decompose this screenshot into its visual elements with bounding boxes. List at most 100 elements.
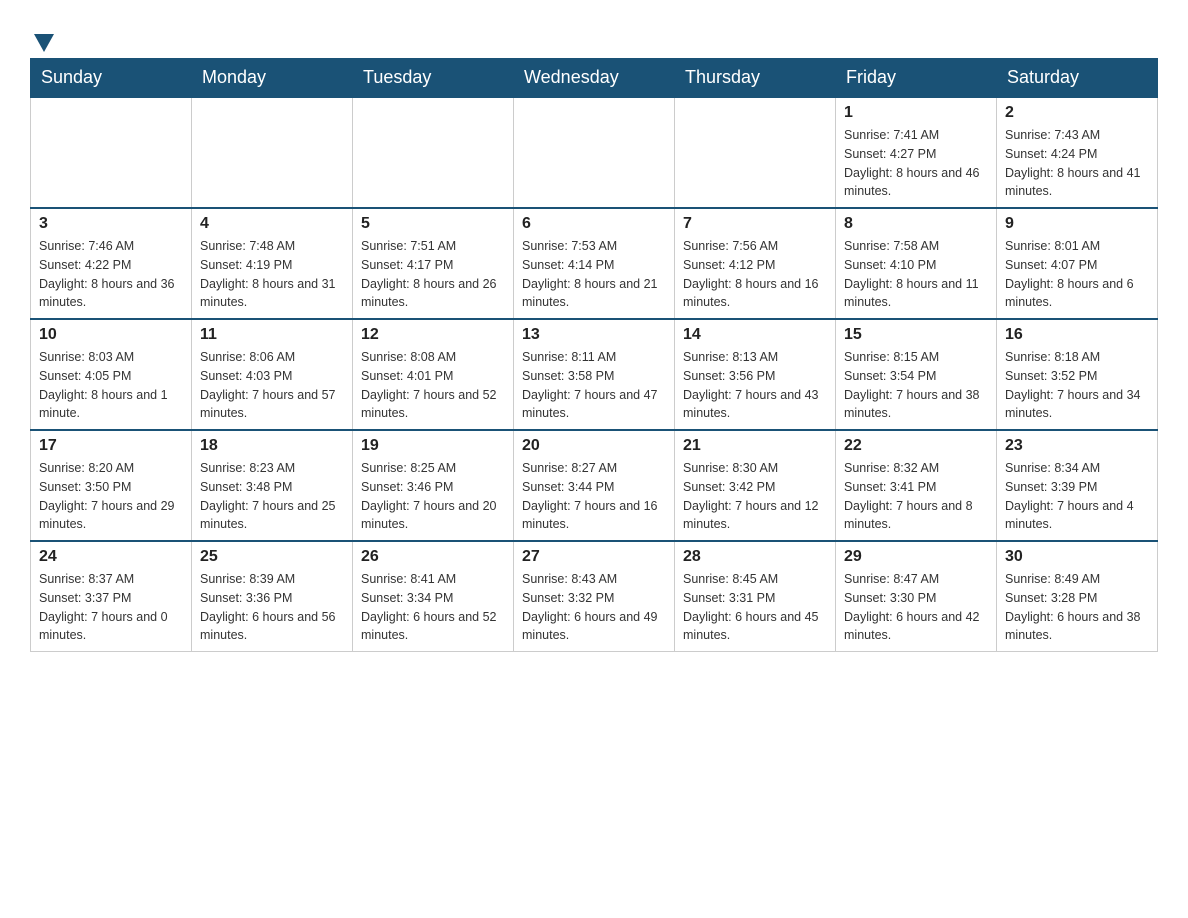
day-number: 5: [361, 215, 505, 233]
calendar-cell: 13Sunrise: 8:11 AM Sunset: 3:58 PM Dayli…: [514, 319, 675, 430]
day-info: Sunrise: 7:41 AM Sunset: 4:27 PM Dayligh…: [844, 126, 988, 201]
day-number: 2: [1005, 104, 1149, 122]
calendar-cell: 12Sunrise: 8:08 AM Sunset: 4:01 PM Dayli…: [353, 319, 514, 430]
day-info: Sunrise: 8:08 AM Sunset: 4:01 PM Dayligh…: [361, 348, 505, 423]
day-number: 17: [39, 437, 183, 455]
day-number: 29: [844, 548, 988, 566]
day-info: Sunrise: 8:49 AM Sunset: 3:28 PM Dayligh…: [1005, 570, 1149, 645]
day-info: Sunrise: 8:47 AM Sunset: 3:30 PM Dayligh…: [844, 570, 988, 645]
calendar-cell: 2Sunrise: 7:43 AM Sunset: 4:24 PM Daylig…: [997, 97, 1158, 208]
calendar-cell: 9 Sunrise: 8:01 AM Sunset: 4:07 PM Daylig…: [997, 208, 1158, 319]
day-number: 10: [39, 326, 183, 344]
day-info: Sunrise: 7:46 AM Sunset: 4:22 PM Dayligh…: [39, 237, 183, 312]
day-info: Sunrise: 7:48 AM Sunset: 4:19 PM Dayligh…: [200, 237, 344, 312]
logo-arrow-icon: [34, 34, 54, 52]
day-number: 15: [844, 326, 988, 344]
day-info: Sunrise: 8:01 AM Sunset: 4:07 PM Dayligh…: [1005, 237, 1149, 312]
day-info: Sunrise: 8:34 AM Sunset: 3:39 PM Dayligh…: [1005, 459, 1149, 534]
day-info: Sunrise: 8:13 AM Sunset: 3:56 PM Dayligh…: [683, 348, 827, 423]
calendar-week-row: 24 Sunrise: 8:37 AM Sunset: 3:37 PM Dayli…: [31, 541, 1158, 652]
day-info: Sunrise: 8:20 AM Sunset: 3:50 PM Dayligh…: [39, 459, 183, 534]
calendar-cell: 1 Sunrise: 7:41 AM Sunset: 4:27 PM Daylig…: [836, 97, 997, 208]
day-number: 25: [200, 548, 344, 566]
calendar-cell: 21 Sunrise: 8:30 AM Sunset: 3:42 PM Dayli…: [675, 430, 836, 541]
calendar-cell: 4 Sunrise: 7:48 AM Sunset: 4:19 PM Daylig…: [192, 208, 353, 319]
day-number: 3: [39, 215, 183, 233]
calendar-header-row: SundayMondayTuesdayWednesdayThursdayFrid…: [31, 59, 1158, 98]
calendar-cell: [353, 97, 514, 208]
calendar-cell: 14 Sunrise: 8:13 AM Sunset: 3:56 PM Dayli…: [675, 319, 836, 430]
calendar-cell: 27 Sunrise: 8:43 AM Sunset: 3:32 PM Dayli…: [514, 541, 675, 652]
calendar-cell: 25 Sunrise: 8:39 AM Sunset: 3:36 PM Dayli…: [192, 541, 353, 652]
calendar-cell: [192, 97, 353, 208]
calendar-cell: [514, 97, 675, 208]
day-number: 18: [200, 437, 344, 455]
weekday-header-friday: Friday: [836, 59, 997, 98]
calendar-cell: 24 Sunrise: 8:37 AM Sunset: 3:37 PM Dayli…: [31, 541, 192, 652]
day-number: 20: [522, 437, 666, 455]
day-info: Sunrise: 8:23 AM Sunset: 3:48 PM Dayligh…: [200, 459, 344, 534]
calendar-cell: 7Sunrise: 7:56 AM Sunset: 4:12 PM Daylig…: [675, 208, 836, 319]
day-number: 26: [361, 548, 505, 566]
day-number: 9: [1005, 215, 1149, 233]
day-info: Sunrise: 8:18 AM Sunset: 3:52 PM Dayligh…: [1005, 348, 1149, 423]
day-number: 22: [844, 437, 988, 455]
day-info: Sunrise: 8:25 AM Sunset: 3:46 PM Dayligh…: [361, 459, 505, 534]
day-number: 28: [683, 548, 827, 566]
calendar-cell: 19 Sunrise: 8:25 AM Sunset: 3:46 PM Dayli…: [353, 430, 514, 541]
day-info: Sunrise: 8:39 AM Sunset: 3:36 PM Dayligh…: [200, 570, 344, 645]
calendar-table: SundayMondayTuesdayWednesdayThursdayFrid…: [30, 58, 1158, 652]
day-info: Sunrise: 8:03 AM Sunset: 4:05 PM Dayligh…: [39, 348, 183, 423]
day-info: Sunrise: 8:43 AM Sunset: 3:32 PM Dayligh…: [522, 570, 666, 645]
calendar-week-row: 1 Sunrise: 7:41 AM Sunset: 4:27 PM Daylig…: [31, 97, 1158, 208]
day-info: Sunrise: 8:32 AM Sunset: 3:41 PM Dayligh…: [844, 459, 988, 534]
day-info: Sunrise: 8:41 AM Sunset: 3:34 PM Dayligh…: [361, 570, 505, 645]
day-number: 24: [39, 548, 183, 566]
weekday-header-sunday: Sunday: [31, 59, 192, 98]
day-number: 4: [200, 215, 344, 233]
weekday-header-monday: Monday: [192, 59, 353, 98]
day-info: Sunrise: 8:06 AM Sunset: 4:03 PM Dayligh…: [200, 348, 344, 423]
calendar-cell: 18 Sunrise: 8:23 AM Sunset: 3:48 PM Dayli…: [192, 430, 353, 541]
day-number: 14: [683, 326, 827, 344]
page-header: [30, 20, 1158, 48]
calendar-cell: 11 Sunrise: 8:06 AM Sunset: 4:03 PM Dayli…: [192, 319, 353, 430]
calendar-cell: 26 Sunrise: 8:41 AM Sunset: 3:34 PM Dayli…: [353, 541, 514, 652]
calendar-cell: 29 Sunrise: 8:47 AM Sunset: 3:30 PM Dayli…: [836, 541, 997, 652]
day-info: Sunrise: 8:37 AM Sunset: 3:37 PM Dayligh…: [39, 570, 183, 645]
day-number: 23: [1005, 437, 1149, 455]
calendar-cell: 30 Sunrise: 8:49 AM Sunset: 3:28 PM Dayli…: [997, 541, 1158, 652]
calendar-cell: [31, 97, 192, 208]
logo: [30, 30, 54, 48]
weekday-header-thursday: Thursday: [675, 59, 836, 98]
calendar-cell: 22 Sunrise: 8:32 AM Sunset: 3:41 PM Dayli…: [836, 430, 997, 541]
calendar-cell: 15 Sunrise: 8:15 AM Sunset: 3:54 PM Dayli…: [836, 319, 997, 430]
day-info: Sunrise: 8:45 AM Sunset: 3:31 PM Dayligh…: [683, 570, 827, 645]
day-info: Sunrise: 8:30 AM Sunset: 3:42 PM Dayligh…: [683, 459, 827, 534]
calendar-cell: 10 Sunrise: 8:03 AM Sunset: 4:05 PM Dayli…: [31, 319, 192, 430]
day-info: Sunrise: 7:58 AM Sunset: 4:10 PM Dayligh…: [844, 237, 988, 312]
calendar-cell: 23 Sunrise: 8:34 AM Sunset: 3:39 PM Dayli…: [997, 430, 1158, 541]
weekday-header-wednesday: Wednesday: [514, 59, 675, 98]
day-info: Sunrise: 7:51 AM Sunset: 4:17 PM Dayligh…: [361, 237, 505, 312]
day-number: 6: [522, 215, 666, 233]
day-number: 1: [844, 104, 988, 122]
calendar-week-row: 3 Sunrise: 7:46 AM Sunset: 4:22 PM Daylig…: [31, 208, 1158, 319]
day-number: 16: [1005, 326, 1149, 344]
day-number: 30: [1005, 548, 1149, 566]
calendar-cell: 28 Sunrise: 8:45 AM Sunset: 3:31 PM Dayli…: [675, 541, 836, 652]
calendar-cell: 3 Sunrise: 7:46 AM Sunset: 4:22 PM Daylig…: [31, 208, 192, 319]
day-number: 21: [683, 437, 827, 455]
calendar-cell: 8Sunrise: 7:58 AM Sunset: 4:10 PM Daylig…: [836, 208, 997, 319]
weekday-header-saturday: Saturday: [997, 59, 1158, 98]
day-number: 11: [200, 326, 344, 344]
calendar-cell: 16 Sunrise: 8:18 AM Sunset: 3:52 PM Dayli…: [997, 319, 1158, 430]
calendar-cell: 6Sunrise: 7:53 AM Sunset: 4:14 PM Daylig…: [514, 208, 675, 319]
day-info: Sunrise: 8:11 AM Sunset: 3:58 PM Dayligh…: [522, 348, 666, 423]
calendar-week-row: 17 Sunrise: 8:20 AM Sunset: 3:50 PM Dayli…: [31, 430, 1158, 541]
weekday-header-tuesday: Tuesday: [353, 59, 514, 98]
calendar-cell: 20Sunrise: 8:27 AM Sunset: 3:44 PM Dayli…: [514, 430, 675, 541]
day-number: 19: [361, 437, 505, 455]
day-number: 27: [522, 548, 666, 566]
day-info: Sunrise: 8:15 AM Sunset: 3:54 PM Dayligh…: [844, 348, 988, 423]
